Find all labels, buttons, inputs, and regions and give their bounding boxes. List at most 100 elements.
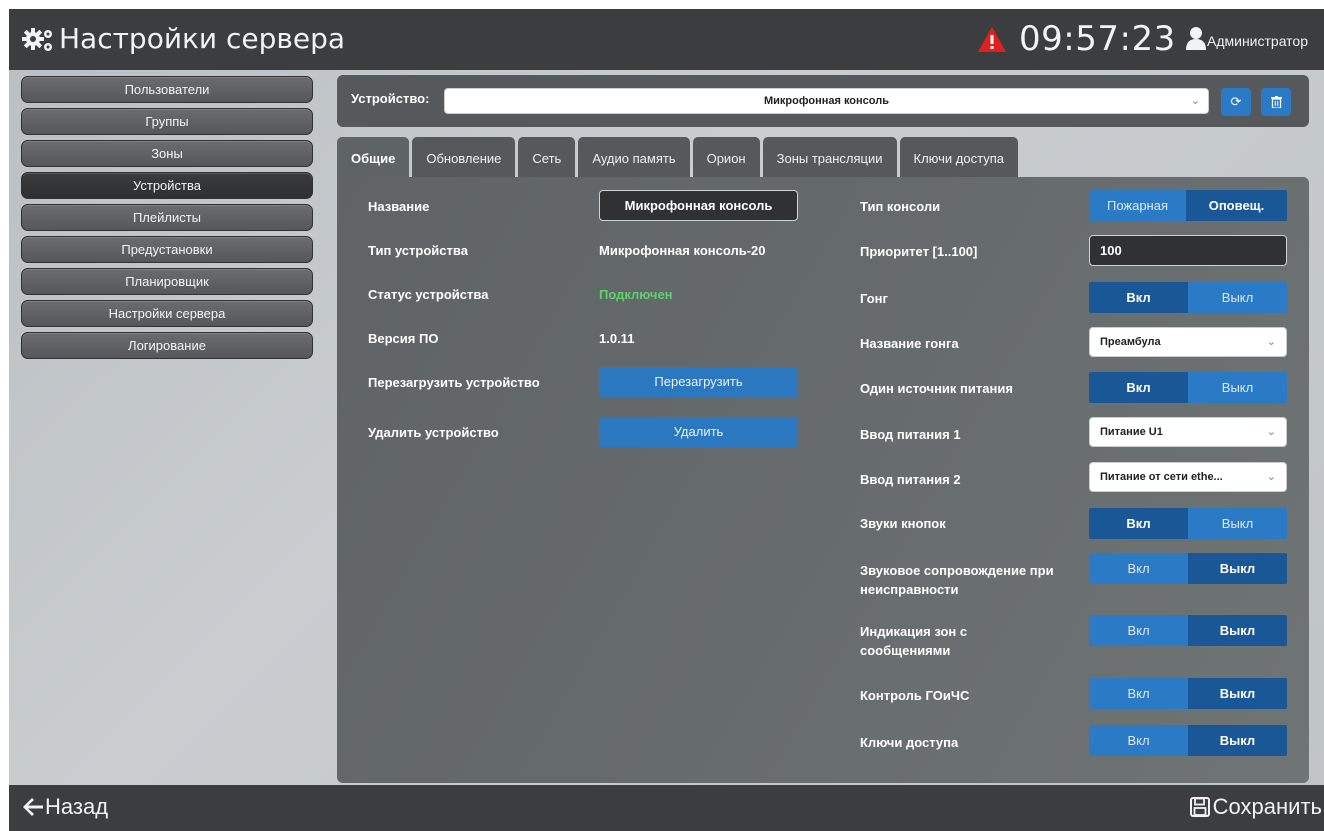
device-label: Устройство: (351, 91, 430, 106)
device-status-label: Статус устройства (368, 287, 489, 302)
gong-name-select[interactable]: Преамбула ⌄ (1089, 327, 1287, 357)
device-type-value: Микрофонная консоль-20 (599, 243, 766, 258)
fault-sound-label: Звуковое сопровождение при неисправности (860, 563, 1054, 597)
chevron-down-icon: ⌄ (1266, 426, 1276, 438)
single-power-off[interactable]: Выкл (1188, 372, 1287, 403)
delete-device-button[interactable] (1261, 88, 1291, 116)
clock: 09:57:23 (1019, 19, 1176, 59)
tab-broadcast-zones[interactable]: Зоны трансляции (762, 137, 897, 177)
key-sounds-toggle: Вкл Выкл (1089, 508, 1287, 539)
arrow-left-icon (23, 798, 43, 816)
power-in-2-value: Питание от сети ethe... (1100, 471, 1223, 483)
zone-indication-off[interactable]: Выкл (1188, 615, 1287, 646)
page-title: Настройки сервера (59, 22, 346, 55)
save-label: Сохранить (1212, 794, 1322, 819)
power-in-2-label: Ввод питания 2 (860, 472, 961, 487)
gears-icon (22, 28, 52, 51)
chevron-down-icon: ⌄ (1266, 471, 1276, 483)
sidebar-item-devices[interactable]: Устройства (21, 172, 313, 199)
device-status-value: Подключен (599, 287, 673, 302)
user-name[interactable]: Администратор (1207, 33, 1308, 49)
power-in-1-label: Ввод питания 1 (860, 427, 961, 442)
tab-audio-memory[interactable]: Аудио память (578, 137, 690, 177)
sidebar-item-users[interactable]: Пользователи (21, 76, 313, 103)
delete-button[interactable]: Удалить (599, 417, 798, 447)
tab-general[interactable]: Общие (337, 137, 410, 177)
single-power-toggle: Вкл Выкл (1089, 372, 1287, 403)
console-type-alert[interactable]: Оповещ. (1186, 190, 1287, 221)
power-in-2-select[interactable]: Питание от сети ethe... ⌄ (1089, 462, 1287, 492)
priority-input[interactable]: 100 (1089, 235, 1287, 266)
name-label: Название (368, 199, 430, 214)
gong-label: Гонг (860, 291, 888, 306)
warning-icon[interactable] (977, 26, 1007, 53)
app-window: Настройки сервера 09:57:23 Администратор… (9, 9, 1324, 831)
access-keys-label: Ключи доступа (860, 735, 959, 750)
single-power-on[interactable]: Вкл (1089, 372, 1188, 403)
delete-label: Удалить устройство (368, 425, 499, 440)
sidebar-item-logging[interactable]: Логирование (21, 332, 313, 359)
reboot-label: Перезагрузить устройство (368, 375, 540, 390)
refresh-icon: ⟳ (1230, 94, 1242, 109)
power-in-1-value: Питание U1 (1100, 426, 1163, 438)
key-sounds-on[interactable]: Вкл (1089, 508, 1188, 539)
gong-name-label: Название гонга (860, 336, 959, 351)
tab-access-keys[interactable]: Ключи доступа (899, 137, 1018, 177)
fault-sound-toggle: Вкл Выкл (1089, 553, 1287, 584)
gong-off[interactable]: Выкл (1188, 282, 1287, 313)
key-sounds-off[interactable]: Выкл (1188, 508, 1287, 539)
zone-indication-toggle: Вкл Выкл (1089, 615, 1287, 646)
refresh-button[interactable]: ⟳ (1221, 88, 1251, 116)
sidebar-item-scheduler[interactable]: Планировщик (21, 268, 313, 295)
access-keys-off[interactable]: Выкл (1188, 725, 1287, 756)
device-select-value: Микрофонная консоль (764, 95, 889, 107)
gong-toggle: Вкл Выкл (1089, 282, 1287, 313)
back-label: Назад (45, 794, 109, 819)
reboot-button[interactable]: Перезагрузить (599, 367, 798, 397)
floppy-disk-icon (1189, 797, 1210, 817)
gochs-control-toggle: Вкл Выкл (1089, 678, 1287, 709)
key-sounds-label: Звуки кнопок (860, 516, 946, 531)
sidebar-item-groups[interactable]: Группы (21, 108, 313, 135)
tab-network[interactable]: Сеть (518, 137, 576, 177)
device-bar: Устройство: Микрофонная консоль ⌄ ⟳ (337, 75, 1309, 127)
power-in-1-select[interactable]: Питание U1 ⌄ (1089, 417, 1287, 447)
sidebar-item-zones[interactable]: Зоны (21, 140, 313, 167)
sidebar-item-server-settings[interactable]: Настройки сервера (21, 300, 313, 327)
console-type-fire[interactable]: Пожарная (1089, 190, 1186, 221)
gong-on[interactable]: Вкл (1089, 282, 1188, 313)
sidebar: Пользователи Группы Зоны Устройства Плей… (21, 76, 313, 364)
console-type-label: Тип консоли (860, 199, 941, 214)
priority-label: Приоритет [1..100] (860, 244, 978, 259)
back-button[interactable]: Назад (23, 794, 108, 820)
tab-update[interactable]: Обновление (412, 137, 516, 177)
gochs-control-off[interactable]: Выкл (1188, 678, 1287, 709)
fault-sound-off[interactable]: Выкл (1188, 553, 1287, 584)
access-keys-toggle: Вкл Выкл (1089, 725, 1287, 756)
device-type-label: Тип устройства (368, 243, 468, 258)
gochs-control-label: Контроль ГОиЧС (860, 688, 970, 703)
console-type-toggle: Пожарная Оповещ. (1089, 190, 1287, 221)
tab-bar: Общие Обновление Сеть Аудио память Орион… (337, 137, 1021, 177)
footer-bar: Назад Сохранить (9, 785, 1324, 831)
sidebar-item-presets[interactable]: Предустановки (21, 236, 313, 263)
user-icon (1186, 27, 1206, 50)
gochs-control-on[interactable]: Вкл (1089, 678, 1188, 709)
access-keys-on[interactable]: Вкл (1089, 725, 1188, 756)
tab-orion[interactable]: Орион (692, 137, 760, 177)
save-button[interactable]: Сохранить (1189, 794, 1322, 820)
device-name-input[interactable]: Микрофонная консоль (599, 190, 798, 221)
general-panel: Название Микрофонная консоль Тип устройс… (337, 177, 1309, 783)
trash-icon (1270, 96, 1282, 109)
gong-name-value: Преамбула (1100, 336, 1161, 348)
firmware-version-label: Версия ПО (368, 331, 439, 346)
chevron-down-icon: ⌄ (1190, 95, 1200, 107)
firmware-version-value: 1.0.11 (599, 331, 635, 346)
fault-sound-on[interactable]: Вкл (1089, 553, 1188, 584)
zone-indication-label: Индикация зон с сообщениями (860, 624, 968, 658)
sidebar-item-playlists[interactable]: Плейлисты (21, 204, 313, 231)
device-select[interactable]: Микрофонная консоль ⌄ (444, 88, 1209, 114)
header-bar: Настройки сервера 09:57:23 Администратор (9, 9, 1324, 70)
chevron-down-icon: ⌄ (1266, 336, 1276, 348)
zone-indication-on[interactable]: Вкл (1089, 615, 1188, 646)
